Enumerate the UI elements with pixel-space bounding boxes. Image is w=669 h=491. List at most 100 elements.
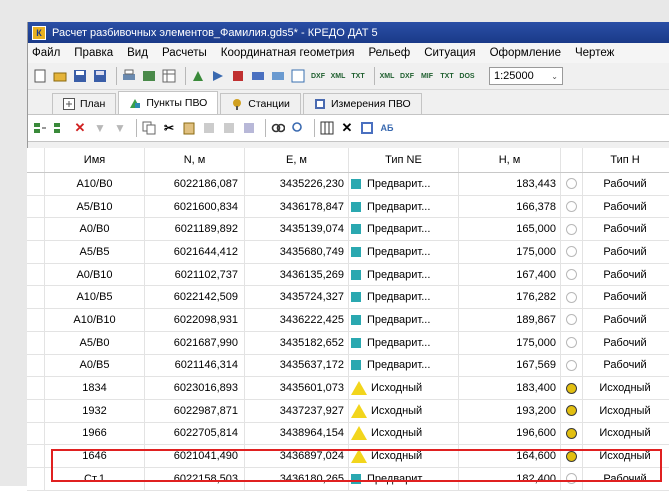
cell-name[interactable]: A10/B0 xyxy=(45,173,145,195)
cell-h[interactable]: 166,378 xyxy=(459,195,561,218)
txt-icon[interactable]: TXT xyxy=(350,68,366,84)
cell-e[interactable]: 3435680,749 xyxy=(245,241,349,263)
cell-n[interactable]: 6021146,314 xyxy=(145,354,245,377)
table-row[interactable]: 1932 6022987,871 3437237,927 Исходный 193,20… xyxy=(27,399,669,423)
cell-type-h[interactable]: Рабочий xyxy=(583,332,667,354)
table-row[interactable]: A10/B5 6022142,509 3435724,327 Предварит...… xyxy=(27,286,669,310)
cell-h[interactable]: 189,867 xyxy=(459,309,561,331)
cell-h[interactable]: 176,282 xyxy=(459,286,561,309)
print-icon[interactable] xyxy=(121,68,137,84)
menu-situation[interactable]: Ситуация xyxy=(424,47,475,59)
cell-name[interactable]: A0/B10 xyxy=(45,263,145,286)
cell-h[interactable]: 183,400 xyxy=(459,377,561,399)
column-header-h[interactable]: H, м xyxy=(459,148,561,172)
cell-name[interactable]: A10/B10 xyxy=(45,309,145,331)
layers-icon[interactable] xyxy=(230,68,246,84)
cell-name[interactable]: 1966 xyxy=(45,422,145,445)
row-selector[interactable] xyxy=(27,422,45,445)
image-icon[interactable] xyxy=(270,68,286,84)
table-row[interactable]: A10/B10 6022098,931 3436222,425 Предварит..… xyxy=(27,309,669,332)
insert-row-icon[interactable] xyxy=(52,120,68,136)
menu-file[interactable]: Файл xyxy=(32,47,60,59)
row-selector[interactable] xyxy=(27,467,45,490)
cell-e[interactable]: 3436222,425 xyxy=(245,309,349,331)
copy-icon[interactable] xyxy=(141,120,157,136)
menu-coordinate-geometry[interactable]: Координатная геометрия xyxy=(221,47,355,59)
scale-select[interactable]: 1:25000 ⌄ xyxy=(489,67,563,85)
cell-h[interactable]: 167,400 xyxy=(459,263,561,286)
table-row[interactable]: 1966 6022705,814 3438964,154 Исходный 196,60… xyxy=(27,422,669,446)
xml-icon[interactable]: XML xyxy=(330,68,346,84)
cell-type-h[interactable]: Рабочий xyxy=(583,355,667,377)
dxf-icon[interactable]: DXF xyxy=(310,68,326,84)
cell-type-h[interactable]: Исходный xyxy=(583,400,667,422)
cell-n[interactable]: 6022987,871 xyxy=(145,399,245,422)
table-icon[interactable] xyxy=(161,68,177,84)
menu-relief[interactable]: Рельеф xyxy=(368,47,410,59)
paste-icon[interactable] xyxy=(181,120,197,136)
cell-n[interactable]: 6021102,737 xyxy=(145,263,245,286)
export-icon[interactable] xyxy=(141,68,157,84)
cell-n[interactable]: 6022098,931 xyxy=(145,309,245,331)
column-header-type-h[interactable]: Тип H xyxy=(583,148,667,172)
find-icon[interactable] xyxy=(270,120,286,136)
cell-type-h[interactable]: Рабочий xyxy=(583,286,667,308)
new-doc-icon[interactable] xyxy=(32,68,48,84)
cell-type-ne[interactable]: Исходный xyxy=(349,399,459,422)
cell-h[interactable]: 167,569 xyxy=(459,354,561,377)
cell-type-h[interactable]: Рабочий xyxy=(583,196,667,218)
cell-e[interactable]: 3435226,230 xyxy=(245,173,349,195)
table-row[interactable]: A0/B0 6021189,892 3435139,074 Предварит... 1… xyxy=(27,218,669,242)
cell-name[interactable]: A0/B5 xyxy=(45,354,145,377)
cell-type-ne[interactable]: Предварит... xyxy=(349,218,459,241)
cell-n[interactable]: 6022142,509 xyxy=(145,286,245,309)
filter-icon[interactable]: ▼ xyxy=(92,120,108,136)
properties-icon[interactable] xyxy=(359,120,375,136)
move-icon[interactable] xyxy=(201,120,217,136)
cell-name[interactable]: 1932 xyxy=(45,399,145,422)
cell-type-h[interactable]: Рабочий xyxy=(583,309,667,331)
cell-h[interactable]: 175,000 xyxy=(459,331,561,354)
cell-n[interactable]: 6022186,087 xyxy=(145,173,245,195)
column-header-n[interactable]: N, м xyxy=(145,148,245,172)
cell-name[interactable]: A5/B5 xyxy=(45,241,145,263)
import-icon[interactable] xyxy=(190,68,206,84)
cell-h[interactable]: 175,000 xyxy=(459,241,561,263)
add-row-icon[interactable] xyxy=(32,120,48,136)
table-row[interactable]: 1834 6023016,893 3435601,073 Исходный 183,40… xyxy=(27,377,669,400)
cell-name[interactable]: 1834 xyxy=(45,377,145,399)
table-row[interactable]: A5/B5 6021644,412 3435680,749 Предварит... 1… xyxy=(27,241,669,264)
cell-name[interactable]: A5/B10 xyxy=(45,195,145,218)
table-row[interactable]: A0/B10 6021102,737 3436135,269 Предварит...… xyxy=(27,263,669,287)
menu-calculations[interactable]: Расчеты xyxy=(162,47,207,59)
cell-type-ne[interactable]: Предварит... xyxy=(349,195,459,218)
xml-export-icon[interactable]: XML xyxy=(379,68,395,84)
row-selector[interactable] xyxy=(27,309,45,331)
cell-h[interactable]: 196,600 xyxy=(459,422,561,445)
cell-name[interactable]: A10/B5 xyxy=(45,286,145,309)
mif-icon[interactable]: MIF xyxy=(419,68,435,84)
row-selector[interactable] xyxy=(27,286,45,309)
cell-type-ne[interactable]: Предварит... xyxy=(349,331,459,354)
cell-type-ne[interactable]: Предварит... xyxy=(349,241,459,263)
cell-e[interactable]: 3437237,927 xyxy=(245,399,349,422)
column-header-e[interactable]: E, м xyxy=(245,148,349,172)
cell-type-h[interactable]: Исходный xyxy=(583,423,667,445)
cell-n[interactable]: 6021687,990 xyxy=(145,331,245,354)
tools-icon[interactable]: ✕ xyxy=(339,120,355,136)
cell-e[interactable]: 3435637,172 xyxy=(245,354,349,377)
cell-name[interactable]: A5/B0 xyxy=(45,331,145,354)
cell-e[interactable]: 3435601,073 xyxy=(245,377,349,399)
find-next-icon[interactable] xyxy=(290,120,306,136)
group-icon[interactable] xyxy=(241,120,257,136)
cell-type-h[interactable]: Рабочий xyxy=(583,173,667,195)
tab-stations[interactable]: Станции xyxy=(220,93,301,114)
cell-type-ne[interactable]: Предварит... xyxy=(349,354,459,377)
cell-n[interactable]: 6021644,412 xyxy=(145,241,245,263)
cell-type-ne[interactable]: Исходный xyxy=(349,377,459,399)
cell-n[interactable]: 6021189,892 xyxy=(145,218,245,241)
cell-type-h[interactable]: Рабочий xyxy=(583,218,667,240)
cell-name[interactable]: A0/B0 xyxy=(45,218,145,241)
table-row[interactable]: A5/B0 6021687,990 3435182,652 Предварит... 1… xyxy=(27,331,669,355)
cell-n[interactable]: 6022705,814 xyxy=(145,422,245,445)
